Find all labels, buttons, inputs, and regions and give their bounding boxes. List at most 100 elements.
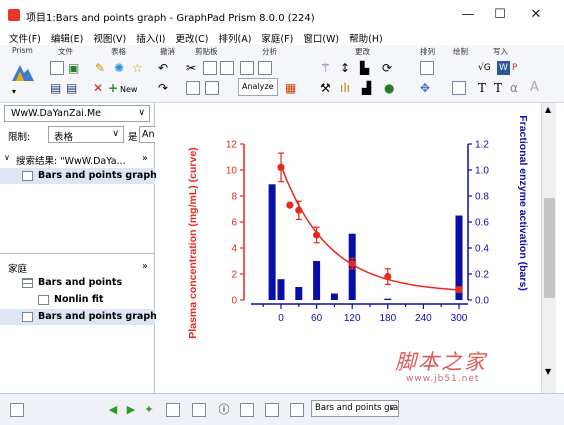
expand-pane-icon[interactable]: » xyxy=(142,153,148,164)
draw-box-icon[interactable] xyxy=(452,81,466,95)
navigator-toggle-icon[interactable] xyxy=(10,403,24,417)
menu-edit[interactable]: 编辑(E) xyxy=(51,31,83,45)
search-results-row[interactable]: ∨ 搜索结果: "WwW.DaYa... » xyxy=(0,151,155,167)
bars-icon[interactable]: ılı xyxy=(340,81,350,95)
minimize-button[interactable]: — xyxy=(458,6,478,24)
scroll-down-icon[interactable]: ▼ xyxy=(545,367,551,376)
ribbon-group-write: 写入 xyxy=(493,47,508,56)
ribbon-group-clipboard: 剪贴板 xyxy=(195,47,218,56)
globe-icon[interactable]: ✺ xyxy=(114,61,124,75)
maximize-button[interactable]: ☐ xyxy=(490,6,510,24)
vertical-scrollbar[interactable]: ▲ ▼ xyxy=(541,103,556,393)
bar xyxy=(295,287,303,300)
menu-help[interactable]: 帮助(H) xyxy=(349,31,383,45)
curve-layer xyxy=(280,165,460,291)
next-sheet-icon[interactable]: ▶ xyxy=(124,403,138,417)
align-icon[interactable]: ✥ xyxy=(420,81,430,95)
graph-style-icon[interactable]: ▟ xyxy=(362,81,371,95)
save-icon[interactable]: ▤ xyxy=(50,81,61,95)
menu-view[interactable]: 视图(V) xyxy=(93,31,126,45)
info-sheets-icon[interactable] xyxy=(192,403,206,417)
menu-arrange[interactable]: 排列(A) xyxy=(219,31,252,45)
scroll-up-icon[interactable]: ▲ xyxy=(545,105,551,114)
menu-family[interactable]: 家庭(F) xyxy=(261,31,293,45)
alpha-icon[interactable]: α xyxy=(510,81,518,95)
prism-dropdown-icon[interactable]: ▾ xyxy=(12,85,16,99)
ribbon-group-prism: Prism xyxy=(12,46,33,55)
analysis-table-icon[interactable] xyxy=(240,61,254,75)
prism-logo-icon[interactable] xyxy=(10,61,36,83)
ribbon-group-table: 表格 xyxy=(111,47,126,56)
family-item-table[interactable]: Bars and points xyxy=(0,275,155,291)
search-result-item[interactable]: Bars and points graph xyxy=(0,168,157,184)
paste-special-icon[interactable] xyxy=(205,81,219,95)
text-bold-icon[interactable]: T xyxy=(494,81,502,95)
limit-select[interactable]: 表格 ∨ xyxy=(48,126,124,143)
family-header[interactable]: 家庭 » xyxy=(0,259,155,275)
text-icon[interactable]: T xyxy=(478,81,486,95)
copy-icon[interactable] xyxy=(203,61,217,75)
menu-insert[interactable]: 插入(I) xyxy=(136,31,165,45)
is-select[interactable]: An xyxy=(139,126,155,143)
magic-wand-icon[interactable]: ⚚ xyxy=(320,61,331,75)
word-icon[interactable]: W xyxy=(497,61,510,75)
results-icon[interactable] xyxy=(240,403,254,417)
collapse-icon[interactable]: ∨ xyxy=(4,153,10,162)
analysis-results-icon[interactable]: ▦ xyxy=(285,81,296,95)
menu-file[interactable]: 文件(F) xyxy=(9,31,41,45)
data-tables-icon[interactable] xyxy=(166,403,180,417)
prism-app-icon xyxy=(8,9,20,21)
axis-icon[interactable]: ↕ xyxy=(340,61,350,75)
open-file-icon[interactable]: ▣ xyxy=(68,61,79,75)
family-item-results[interactable]: Nonlin fit xyxy=(0,292,155,308)
graph-type-icon[interactable]: ▙ xyxy=(360,61,369,75)
x-axis-tick-label: 60 xyxy=(311,313,323,324)
previous-sheet-icon[interactable]: ◀ xyxy=(106,403,120,417)
rotate-icon[interactable]: ⟳ xyxy=(382,61,392,75)
graphs-icon[interactable] xyxy=(265,403,279,417)
analyze-button[interactable]: Analyze xyxy=(238,78,278,96)
delete-icon[interactable]: ✕ xyxy=(93,81,103,95)
data-point xyxy=(277,163,285,171)
ribbon-group-undo: 撤消 xyxy=(160,47,175,56)
close-button[interactable]: ✕ xyxy=(526,6,546,24)
undo-icon[interactable]: ↶ xyxy=(158,61,168,75)
results-sheet-icon xyxy=(38,295,49,305)
analysis-graph-icon[interactable] xyxy=(258,61,272,75)
font-size-icon[interactable]: A xyxy=(530,81,539,95)
navigator-search-box[interactable]: WwW.DaYanZai.Me ∨ xyxy=(4,105,150,122)
format-icon[interactable]: ⚒ xyxy=(320,81,331,95)
data-point xyxy=(286,201,294,209)
star-icon[interactable]: ☆ xyxy=(132,61,143,75)
pencil-icon[interactable]: ✎ xyxy=(95,61,105,75)
right-axis-tick-label: 1.2 xyxy=(475,140,489,151)
data-table-icon xyxy=(22,278,33,288)
redo-icon[interactable]: ↷ xyxy=(158,81,168,95)
layouts-icon[interactable] xyxy=(290,403,304,417)
search-dropdown-icon[interactable]: ∨ xyxy=(138,108,145,118)
scrollbar-thumb[interactable] xyxy=(544,198,555,298)
save-all-icon[interactable]: ▤ xyxy=(66,81,77,95)
family-expand-icon[interactable]: » xyxy=(142,261,148,272)
new-file-icon[interactable] xyxy=(50,61,64,75)
menu-change[interactable]: 更改(C) xyxy=(175,31,208,45)
family-item-table-label: Bars and points xyxy=(38,277,123,288)
paste-icon[interactable] xyxy=(220,61,234,75)
powerpoint-icon[interactable]: P xyxy=(512,61,517,75)
sqrt-icon[interactable]: √G xyxy=(478,61,491,75)
pane-divider xyxy=(0,253,155,254)
clipboard-icon[interactable] xyxy=(186,81,200,95)
info-icon[interactable]: ⓘ xyxy=(217,403,231,417)
watermark-logo: 脚本之家 xyxy=(395,350,487,374)
family-item-graph[interactable]: Bars and points graph xyxy=(0,309,157,325)
new-button[interactable]: New xyxy=(120,83,137,97)
cut-icon[interactable]: ✂ xyxy=(186,61,196,75)
color-scheme-icon[interactable]: ● xyxy=(384,81,394,95)
arrange-icon[interactable] xyxy=(420,61,434,75)
sheet-select[interactable]: Bars and points gra ∨ xyxy=(311,400,399,417)
axes-layer: 0 2 4 6 8 10 12 0.0 0.2 0.4 0.6 0.8 1.0 1.2 0 60 120 180 2… xyxy=(226,140,489,325)
right-axis-label: Fractional enzyme activation (bars) xyxy=(517,115,529,291)
plus-icon[interactable]: + xyxy=(108,81,118,95)
go-to-icon[interactable]: ✦ xyxy=(142,403,156,417)
menu-window[interactable]: 窗口(W) xyxy=(303,31,339,45)
